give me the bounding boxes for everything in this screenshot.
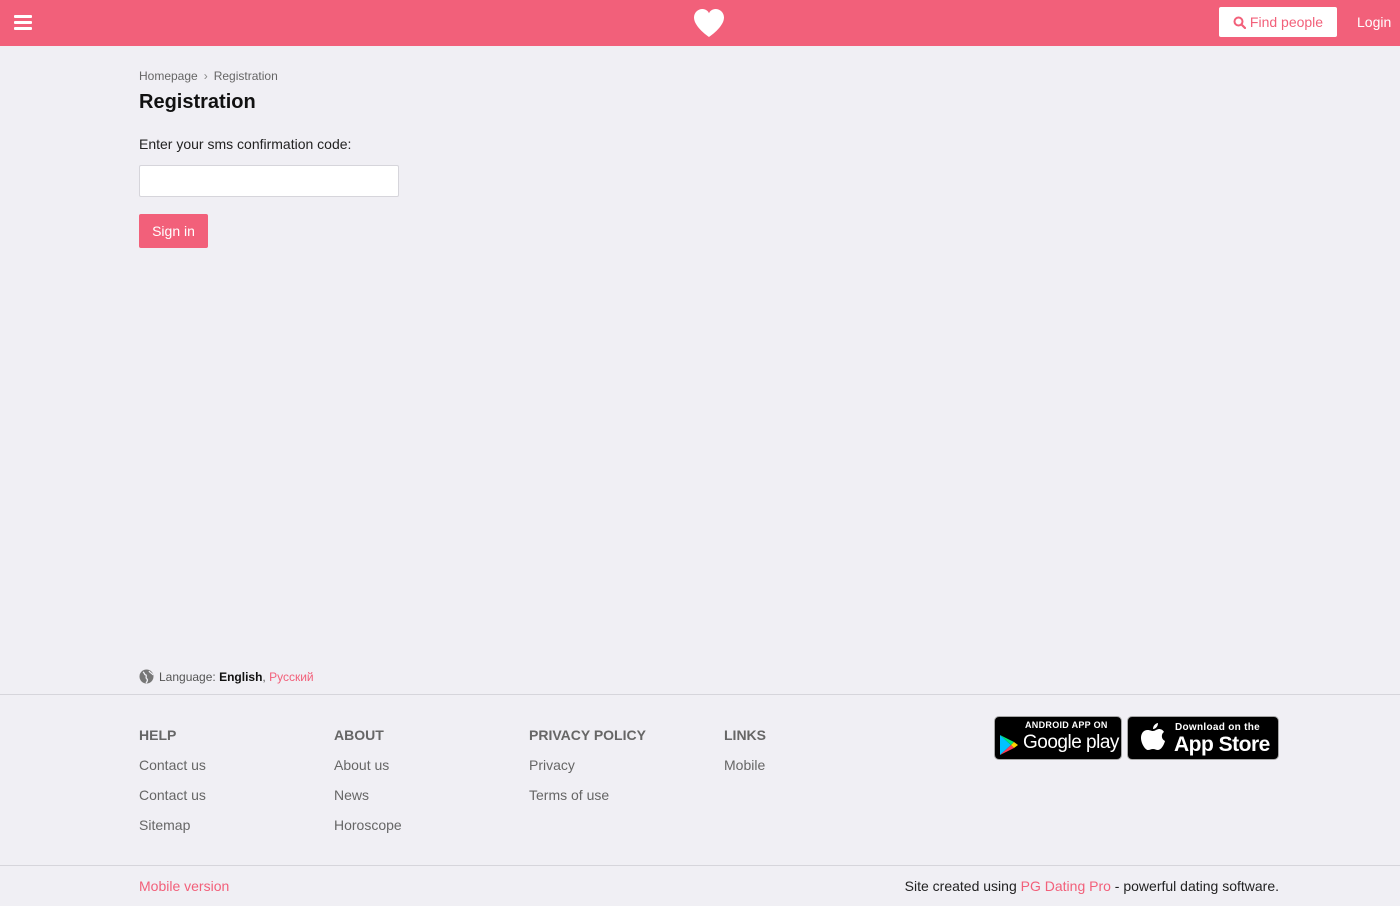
find-people-label: Find people — [1249, 14, 1324, 30]
footer-link-about-us[interactable]: About us — [334, 757, 402, 773]
page-title: Registration — [139, 91, 256, 113]
footer-link-news[interactable]: News — [334, 787, 402, 803]
footer-link-mobile[interactable]: Mobile — [724, 757, 766, 773]
language-switcher: Language: English, Русский — [139, 669, 314, 684]
breadcrumb: Homepage › Registration — [139, 69, 278, 83]
breadcrumb-homepage[interactable]: Homepage — [139, 69, 198, 83]
footer-column-privacy-policy: PRIVACY POLICY Privacy Terms of use — [529, 727, 646, 817]
footer-link-privacy[interactable]: Privacy — [529, 757, 646, 773]
login-link[interactable]: Login — [1357, 14, 1391, 30]
apple-icon — [1141, 723, 1165, 750]
footer-divider-bottom — [0, 865, 1400, 866]
footer-column-help: HELP Contact us Contact us Sitemap — [139, 727, 206, 847]
footer-link-terms-of-use[interactable]: Terms of use — [529, 787, 646, 803]
google-play-icon — [1000, 735, 1018, 755]
sms-code-input[interactable] — [139, 165, 399, 197]
footer-link-sitemap[interactable]: Sitemap — [139, 817, 206, 833]
globe-icon — [139, 669, 154, 684]
search-icon — [1233, 16, 1246, 29]
language-current: English — [219, 669, 263, 684]
footer-column-title: ABOUT — [334, 727, 384, 743]
language-separator: , — [262, 669, 266, 684]
language-label: Language: — [159, 669, 216, 684]
app-store-badge[interactable]: Download on the App Store — [1127, 716, 1279, 760]
footer-divider-top — [0, 694, 1400, 695]
footer-column-title: PRIVACY POLICY — [529, 727, 646, 743]
pg-dating-pro-link[interactable]: PG Dating Pro — [1021, 878, 1111, 894]
sign-in-button[interactable]: Sign in — [139, 214, 208, 248]
hamburger-menu-icon[interactable] — [14, 15, 32, 31]
app-store-line2: App Store — [1174, 733, 1270, 756]
google-play-line2: Google play — [1023, 732, 1119, 753]
footer-column-title: HELP — [139, 727, 177, 743]
breadcrumb-current: Registration — [213, 69, 278, 83]
footer-column-title: LINKS — [724, 727, 766, 743]
footer-link-horoscope[interactable]: Horoscope — [334, 817, 402, 833]
language-russian-link[interactable]: Русский — [269, 670, 314, 684]
find-people-button[interactable]: Find people — [1219, 7, 1337, 37]
footer-link-contact-us[interactable]: Contact us — [139, 757, 206, 773]
chevron-right-icon: › — [203, 69, 208, 83]
credits-prefix: Site created using — [904, 878, 1017, 894]
sms-code-label: Enter your sms confirmation code: — [139, 136, 352, 152]
credits-suffix: - powerful dating software. — [1114, 878, 1279, 894]
top-bar: Find people Login — [0, 0, 1400, 46]
footer-column-links: LINKS Mobile — [724, 727, 766, 787]
site-credits: Site created using PG Dating Pro - power… — [905, 878, 1279, 894]
footer-link-contact-us-2[interactable]: Contact us — [139, 787, 206, 803]
app-store-line1: Download on the — [1175, 722, 1261, 733]
google-play-line1: ANDROID APP ON — [1025, 720, 1108, 730]
footer-column-about: ABOUT About us News Horoscope — [334, 727, 402, 847]
heart-icon[interactable] — [693, 8, 725, 38]
google-play-badge[interactable]: ANDROID APP ON Google play — [994, 716, 1122, 760]
mobile-version-link[interactable]: Mobile version — [139, 878, 229, 894]
